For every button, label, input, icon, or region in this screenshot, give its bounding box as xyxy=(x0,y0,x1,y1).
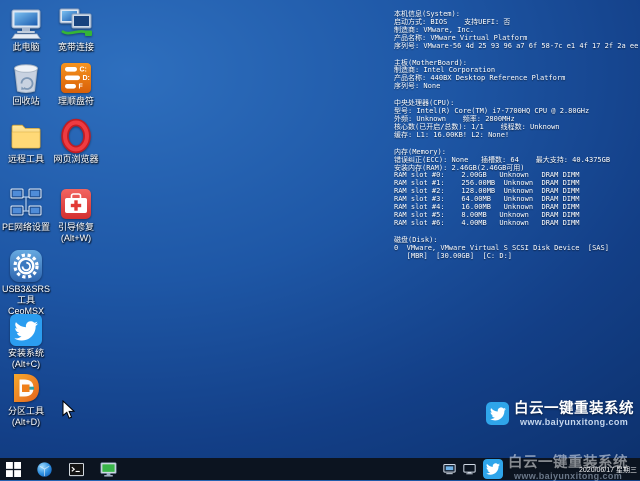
bird-icon xyxy=(8,312,44,348)
info-section-motherboard: 主板(MotherBoard): 制造商: Intel Corporation … xyxy=(394,60,638,92)
icon-label: 回收站 xyxy=(2,96,50,107)
drive-letters-icon: C: D: F xyxy=(58,60,94,96)
brand-title: 白云一键重装系统 xyxy=(514,402,634,417)
desktop: 此电脑 回收站 远程工具 PE网络设置 xyxy=(0,0,640,458)
icon-label: 此电脑 xyxy=(2,42,50,53)
info-section-cpu: 中央处理器(CPU): 型号: Intel(R) Core(TM) i7-770… xyxy=(394,100,638,140)
icon-label: 理顺盘符 xyxy=(52,96,100,107)
windows-logo-icon xyxy=(6,462,21,477)
icon-label: 引导修复 xyxy=(52,222,100,233)
desktop-icon-install-system[interactable]: 安装系统 (Alt+C) xyxy=(2,312,50,370)
command-prompt-icon xyxy=(69,462,84,477)
icon-sublabel: (Alt+W) xyxy=(52,233,100,244)
bird-app-icon xyxy=(483,459,503,479)
network-icon xyxy=(8,186,44,222)
icon-label: PE网络设置 xyxy=(2,222,50,233)
taskbar-cmd-button[interactable] xyxy=(66,458,86,480)
desktop-icon-remote-tools[interactable]: 远程工具 xyxy=(2,118,50,165)
tray-network-icon[interactable] xyxy=(460,458,478,480)
diskgenius-icon xyxy=(8,370,44,406)
desktop-icon-pe-network-settings[interactable]: PE网络设置 xyxy=(2,186,50,233)
info-section-system: 本机信息(System): 启动方式: BIOS 支持UEFI: 否 制造商: … xyxy=(394,11,638,51)
info-section-memory: 内存(Memory): 错误纠正(ECC): None 插槽数: 64 最大支持… xyxy=(394,149,638,228)
opera-icon xyxy=(58,118,94,154)
icon-label: 宽带连接 xyxy=(52,42,100,53)
svg-text:F: F xyxy=(79,84,84,91)
icon-label: 远程工具 xyxy=(2,154,50,165)
desktop-icon-web-browser[interactable]: 网页浏览器 xyxy=(52,118,100,165)
desktop-icon-boot-repair[interactable]: 引导修复 (Alt+W) xyxy=(52,186,100,244)
brand-watermark: 白云一键重装系统 www.baiyunxitong.com xyxy=(486,402,634,427)
computer-icon xyxy=(8,6,44,42)
taskbar-gem-tool-button[interactable] xyxy=(34,458,54,480)
desktop-icon-broadband[interactable]: 宽带连接 xyxy=(52,6,100,53)
system-info-panel: 本机信息(System): 启动方式: BIOS 支持UEFI: 否 制造商: … xyxy=(394,11,638,269)
info-section-disk: 磁盘(Disk): 0 VMware, VMware Virtual S SCS… xyxy=(394,237,638,261)
taskbar-baiyun-app-button[interactable] xyxy=(481,458,505,480)
desktop-icon-drive-letters[interactable]: C: D: F 理顺盘符 xyxy=(52,60,100,107)
gear-icon xyxy=(8,248,44,284)
start-button[interactable] xyxy=(4,458,22,480)
clock-date: 2020/06/17 星期三 xyxy=(579,467,637,474)
brand-bird-icon xyxy=(486,402,509,425)
icon-sublabel: (Alt+C) xyxy=(2,359,50,370)
desktop-icon-this-pc[interactable]: 此电脑 xyxy=(2,6,50,53)
broadband-connection-icon xyxy=(58,6,94,42)
mouse-cursor xyxy=(62,400,76,425)
icon-label: 网页浏览器 xyxy=(52,154,100,165)
svg-text:C:: C: xyxy=(80,67,87,74)
first-aid-icon xyxy=(58,186,94,222)
desktop-icon-usb3-srs-tool[interactable]: USB3&SRS 工具CeoMSX xyxy=(2,248,50,317)
icon-label: 分区工具 xyxy=(2,406,50,417)
brand-url: www.baiyunxitong.com xyxy=(520,417,634,427)
folder-icon xyxy=(8,118,44,154)
computer-monitor-icon xyxy=(100,461,117,478)
desktop-icon-partition-tool[interactable]: 分区工具 (Alt+D) xyxy=(2,370,50,428)
icon-sublabel: (Alt+D) xyxy=(2,417,50,428)
gem-icon xyxy=(36,461,53,478)
icon-label: 安装系统 xyxy=(2,348,50,359)
tray-display-icon[interactable] xyxy=(440,458,458,480)
icon-label: USB3&SRS xyxy=(2,284,50,295)
desktop-icon-recycle-bin[interactable]: 回收站 xyxy=(2,60,50,107)
taskbar-clock[interactable]: 2020/06/17 星期三 xyxy=(579,467,637,475)
taskbar-explorer-button[interactable] xyxy=(97,458,119,480)
recycle-bin-icon xyxy=(8,60,44,96)
svg-text:D:: D: xyxy=(83,75,90,82)
